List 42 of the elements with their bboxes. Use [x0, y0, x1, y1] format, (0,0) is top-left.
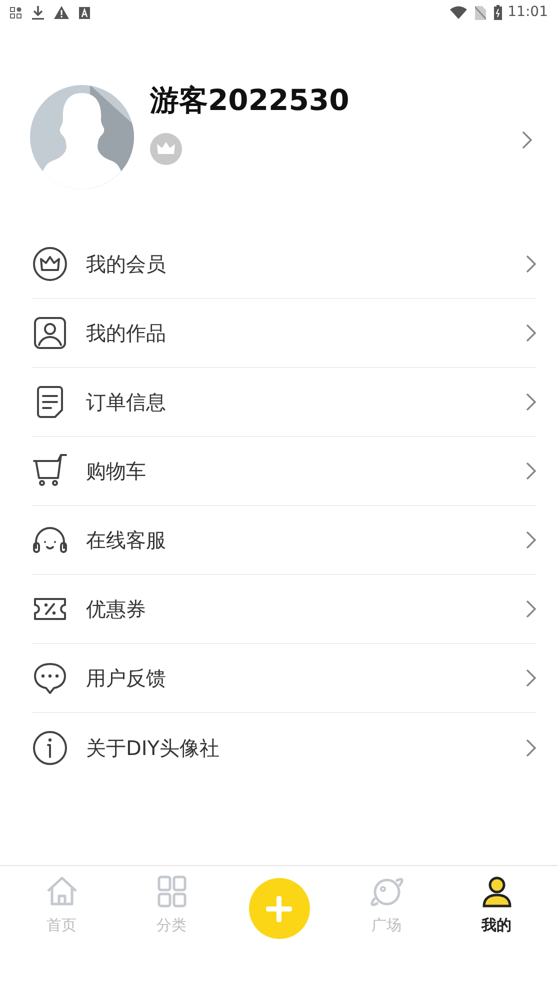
clock-time: 11:01 [508, 3, 548, 22]
plus-icon [266, 896, 292, 922]
warning-icon [54, 6, 69, 19]
wifi-icon [450, 6, 467, 19]
menu-label: 订单信息 [86, 389, 166, 416]
notification-icon [79, 6, 90, 18]
menu-item[interactable]: 优惠券 [32, 575, 536, 644]
tab[interactable]: 我的 [442, 874, 552, 936]
menu-item[interactable]: 在线客服 [32, 506, 536, 575]
portrait-icon [32, 315, 68, 351]
chevron-icon [526, 600, 536, 618]
chevron-icon [526, 393, 536, 411]
menu-item[interactable]: 我的作品 [32, 299, 536, 368]
chevron-icon [526, 738, 536, 756]
username: 游客2022530 [150, 85, 350, 117]
menu-item[interactable]: 用户反馈 [32, 644, 536, 713]
menu-item[interactable]: 购物车 [32, 437, 536, 506]
menu-label: 在线客服 [86, 527, 166, 554]
crown-icon [32, 246, 68, 282]
menu-label: 用户反馈 [86, 665, 166, 692]
chevron-icon [526, 324, 536, 342]
chat-bubble-icon [32, 660, 68, 696]
cart-icon [32, 453, 68, 489]
chevron-icon[interactable] [522, 131, 532, 149]
no-sim-icon [474, 6, 486, 20]
download-icon [32, 6, 44, 20]
chevron-icon [526, 255, 536, 273]
menu-item[interactable]: 关于DIY头像社 [32, 713, 536, 782]
battery-icon [494, 5, 502, 20]
menu-label: 我的会员 [86, 251, 166, 278]
menu-label: 购物车 [86, 458, 146, 485]
apps-icon [10, 6, 22, 18]
menu-item[interactable]: 订单信息 [32, 368, 536, 437]
menu-label: 优惠券 [86, 596, 146, 623]
chevron-icon [526, 462, 536, 480]
menu-label: 关于DIY头像社 [86, 734, 220, 762]
menu-item[interactable]: 我的会员 [32, 230, 536, 299]
chevron-icon [526, 531, 536, 549]
menu-label: 我的作品 [86, 320, 166, 347]
info-icon [32, 730, 68, 766]
crown-badge-icon [150, 132, 182, 165]
chevron-icon [526, 669, 536, 687]
